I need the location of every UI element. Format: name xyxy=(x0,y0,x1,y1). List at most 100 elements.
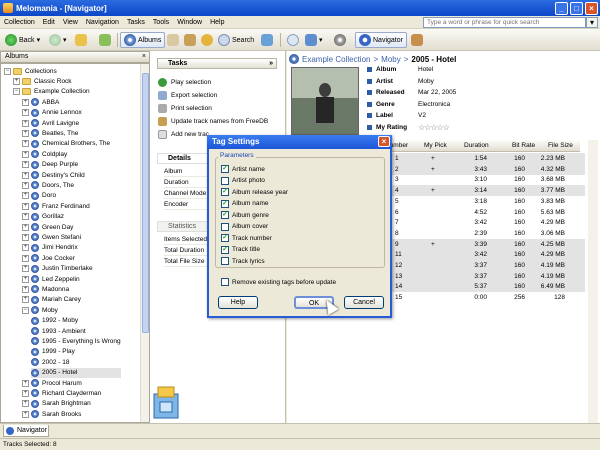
cd-button[interactable] xyxy=(331,32,351,48)
close-panel-icon[interactable]: × xyxy=(142,52,146,62)
expand-icon[interactable]: + xyxy=(22,244,29,252)
option-checkbox[interactable]: ✓ Track title xyxy=(221,245,260,255)
tree-item[interactable]: + Green Day xyxy=(22,222,73,232)
column-file-size[interactable]: File Size xyxy=(548,142,573,149)
quick-search-input[interactable] xyxy=(423,17,586,28)
collapse-icon[interactable]: − xyxy=(4,67,11,75)
option-checkbox[interactable]: ✓ Artist name xyxy=(221,164,265,174)
tree-scrollbar[interactable] xyxy=(140,64,149,422)
expand-icon[interactable]: + xyxy=(22,129,29,137)
tree-item[interactable]: + Beatles, The xyxy=(22,128,78,138)
tree-item[interactable]: + Madonna xyxy=(22,284,69,294)
cancel-button[interactable]: Cancel xyxy=(344,296,384,309)
expand-icon[interactable]: + xyxy=(22,213,29,221)
menu-edit[interactable]: Edit xyxy=(43,19,55,26)
tree-item[interactable]: − Example Collection xyxy=(13,87,90,97)
forward-button[interactable]: ▾ xyxy=(46,32,70,48)
tree-item[interactable]: + Gwen Stefani xyxy=(22,232,81,242)
tree-item[interactable]: + Joe Cocker xyxy=(22,253,75,263)
maximize-button[interactable]: □ xyxy=(570,1,583,15)
expand-icon[interactable]: + xyxy=(22,285,29,293)
tree-item[interactable]: + Coldplay xyxy=(22,149,67,159)
expand-icon[interactable]: + xyxy=(22,140,29,148)
search-button[interactable]: Search xyxy=(215,32,257,48)
tree-item[interactable]: 2002 - 18 xyxy=(31,357,69,367)
expand-icon[interactable]: + xyxy=(22,98,29,106)
tree-item[interactable]: 1995 - Everything Is Wrong xyxy=(31,336,121,346)
column-my-pick[interactable]: My Pick xyxy=(424,142,447,149)
menu-tools[interactable]: Tools xyxy=(153,19,169,26)
option-checkbox[interactable]: Track lyrics xyxy=(221,256,265,266)
menu-help[interactable]: Help xyxy=(210,19,224,26)
tree-item[interactable]: + Led Zeppelin xyxy=(22,274,80,284)
tree-item[interactable]: 2005 - Hotel xyxy=(31,367,121,378)
tree-item[interactable]: + Deep Purple xyxy=(22,160,78,170)
navigator-tab[interactable]: Navigator xyxy=(3,425,49,437)
collapse-icon[interactable]: − xyxy=(13,88,20,96)
breadcrumb-artist[interactable]: Moby xyxy=(381,55,401,64)
tree-item[interactable]: − Collections xyxy=(4,66,57,76)
breadcrumb-collection[interactable]: Example Collection xyxy=(302,55,370,64)
dialog-close-button[interactable]: × xyxy=(378,136,390,147)
albums-button[interactable]: Albums xyxy=(120,32,166,48)
navigator-button[interactable]: Navigator xyxy=(355,32,407,48)
back-button[interactable]: Back ▾ xyxy=(2,32,43,48)
tree-item[interactable]: − Moby xyxy=(22,305,58,315)
option-checkbox[interactable]: ✓ Album release year xyxy=(221,187,288,197)
collapse-icon[interactable]: − xyxy=(22,306,29,314)
expand-icon[interactable]: + xyxy=(22,233,29,241)
tree-item[interactable]: + Destiny's Child xyxy=(22,170,85,180)
task-add-new-track[interactable]: Add new trac xyxy=(158,129,209,140)
expand-icon[interactable]: + xyxy=(22,265,29,273)
expand-icon[interactable]: + xyxy=(22,296,29,304)
tree-item[interactable]: + Classic Rock xyxy=(13,76,72,86)
help-button[interactable]: Help xyxy=(218,296,258,309)
expand-icon[interactable]: + xyxy=(22,150,29,158)
option-checkbox[interactable]: ✓ Track number xyxy=(221,233,272,243)
expand-icon[interactable]: + xyxy=(13,77,20,85)
tree-item[interactable]: + Annie Lennox xyxy=(22,108,82,118)
task-update-freedb[interactable]: Update track names from FreeDB xyxy=(158,116,268,127)
expand-icon[interactable]: + xyxy=(22,119,29,127)
close-window-button[interactable]: × xyxy=(585,1,598,15)
sync-button[interactable] xyxy=(96,32,116,48)
option-checkbox[interactable]: Album cover xyxy=(221,222,268,232)
tree-item[interactable]: + Avril Lavigne xyxy=(22,118,79,128)
tree-scrollbar-thumb[interactable] xyxy=(142,73,149,333)
expand-icon[interactable]: + xyxy=(22,171,29,179)
tree-item[interactable]: + Sarah Brightman xyxy=(22,399,91,409)
tree-item[interactable]: + Doro xyxy=(22,191,56,201)
menu-collection[interactable]: Collection xyxy=(4,19,35,26)
option-checkbox[interactable]: ✓ Album genre xyxy=(221,210,269,220)
tasks-collapse-icon[interactable]: » xyxy=(269,59,273,68)
layout-button[interactable] xyxy=(408,32,428,48)
expand-icon[interactable]: + xyxy=(22,379,29,387)
menu-navigation[interactable]: Navigation xyxy=(86,19,119,26)
expand-icon[interactable]: + xyxy=(22,389,29,397)
tasks-header[interactable]: Tasks » xyxy=(157,58,277,69)
menu-tasks[interactable]: Tasks xyxy=(127,19,145,26)
expand-icon[interactable]: + xyxy=(22,400,29,408)
tree-item[interactable]: + Richard Clayderman xyxy=(22,388,101,398)
expand-icon[interactable]: + xyxy=(22,410,29,418)
option-checkbox[interactable]: ✓ Album name xyxy=(221,199,269,209)
remove-existing-checkbox[interactable]: Remove existing tags before update xyxy=(221,277,336,287)
tree-item[interactable]: 1999 - Play xyxy=(31,347,75,357)
option-checkbox[interactable]: Artist photo xyxy=(221,176,265,186)
expand-icon[interactable]: + xyxy=(22,223,29,231)
view-mode-button[interactable]: ▾ xyxy=(302,32,326,48)
expand-icon[interactable]: + xyxy=(22,181,29,189)
tree-item[interactable]: + Jimi Hendrix xyxy=(22,243,78,253)
up-folder-button[interactable] xyxy=(72,32,92,48)
quick-search-dropdown-icon[interactable]: ▾ xyxy=(586,17,598,28)
expand-icon[interactable]: + xyxy=(22,202,29,210)
expand-icon[interactable]: + xyxy=(22,161,29,169)
expand-icon[interactable]: + xyxy=(22,109,29,117)
column-duration[interactable]: Duration xyxy=(464,142,489,149)
expand-icon[interactable]: + xyxy=(22,254,29,262)
tree-item[interactable]: + ABBA xyxy=(22,97,59,107)
expand-icon[interactable]: + xyxy=(22,275,29,283)
tree-item[interactable]: + Mariah Carey xyxy=(22,295,81,305)
tree-item[interactable]: + Franz Ferdinand xyxy=(22,201,90,211)
task-play-selection[interactable]: Play selection xyxy=(158,77,211,88)
